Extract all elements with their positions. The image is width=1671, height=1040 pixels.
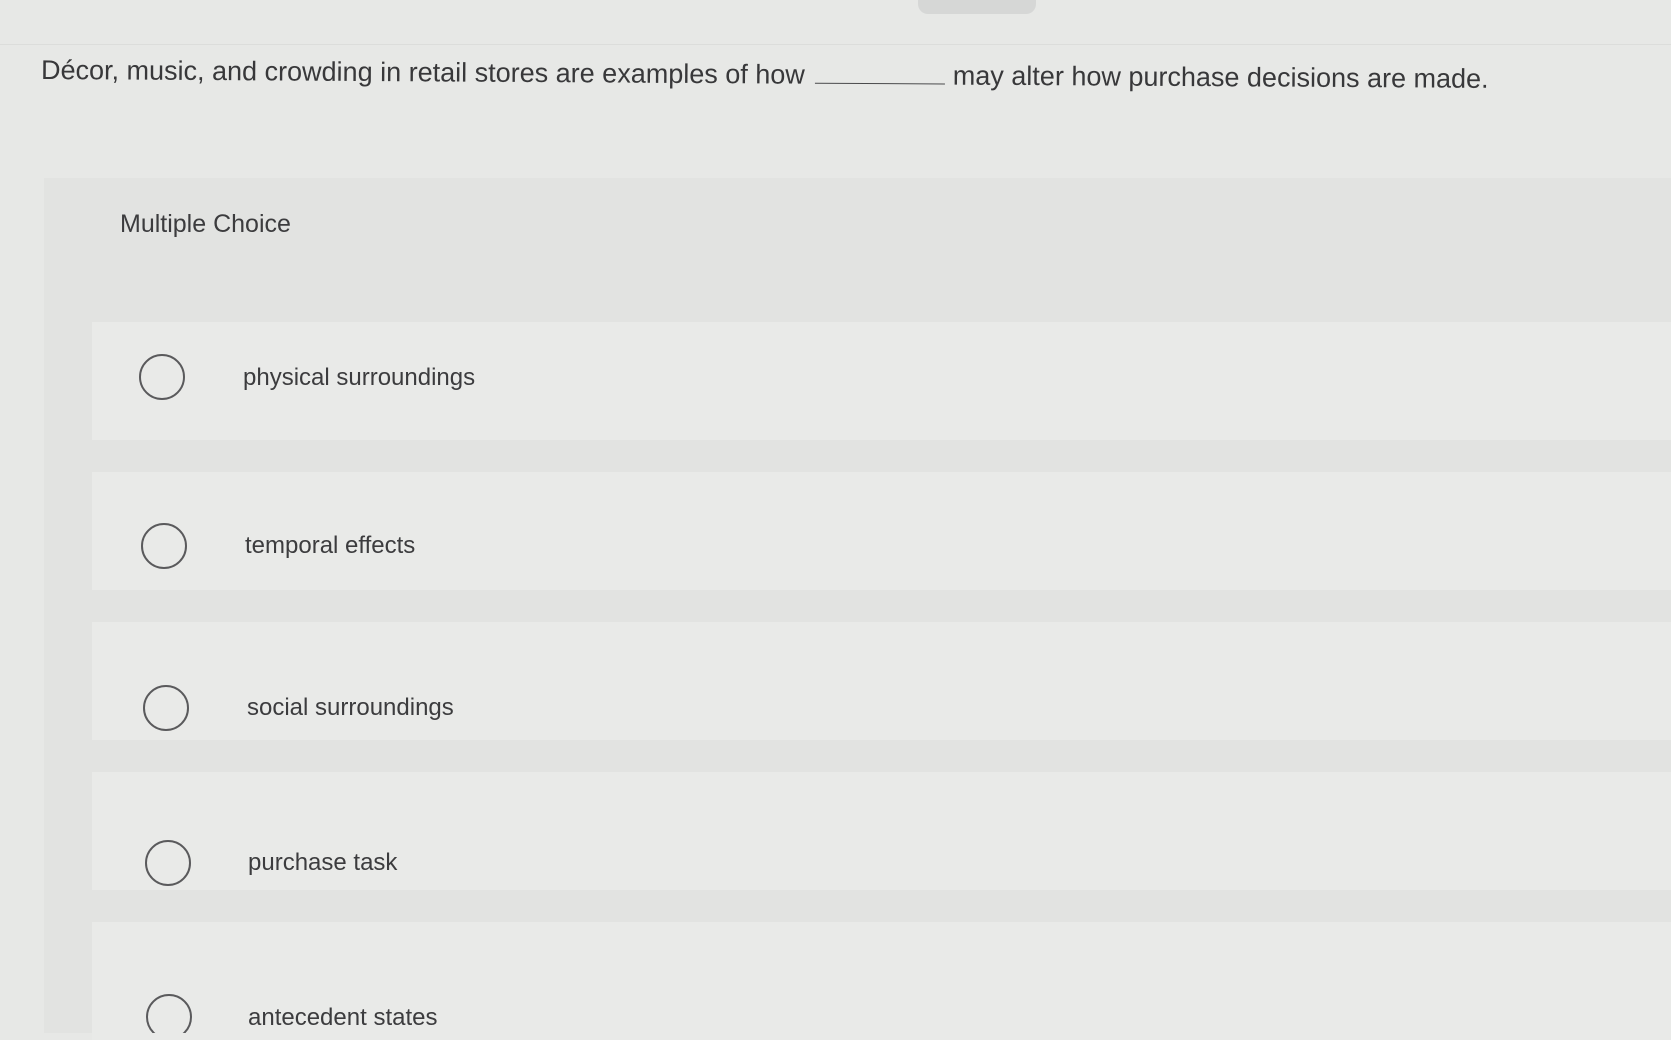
answer-option-purchase-task[interactable]: purchase task [0, 840, 1671, 900]
multiple-choice-panel [44, 178, 1671, 1033]
answer-option-social-surroundings[interactable]: social surroundings [0, 685, 1671, 745]
question-text-before-blank: Décor, music, and crowding in retail sto… [40, 55, 805, 90]
question-prompt: Décor, music, and crowding in retail sto… [41, 50, 1641, 100]
radio-button-icon[interactable] [139, 354, 185, 400]
answer-option-physical-surroundings[interactable]: physical surroundings [0, 354, 1671, 414]
answer-option-temporal-effects[interactable]: temporal effects [0, 523, 1671, 583]
answer-option-antecedent-states[interactable]: antecedent states [0, 994, 1671, 1033]
question-blank [814, 60, 945, 85]
answer-option-label: social surroundings [247, 694, 454, 721]
top-divider [0, 44, 1671, 45]
answer-option-label: physical surroundings [243, 364, 476, 391]
top-tab-handle [918, 0, 1036, 14]
radio-button-icon[interactable] [143, 685, 189, 731]
answer-option-label: temporal effects [245, 532, 416, 559]
radio-button-icon[interactable] [146, 994, 192, 1033]
multiple-choice-heading: Multiple Choice [120, 210, 291, 238]
question-text-after-blank: may alter how purchase decisions are mad… [952, 60, 1489, 94]
radio-button-icon[interactable] [145, 840, 191, 886]
radio-button-icon[interactable] [141, 523, 187, 569]
answer-option-label: antecedent states [248, 1004, 438, 1031]
answer-option-label: purchase task [248, 849, 398, 876]
